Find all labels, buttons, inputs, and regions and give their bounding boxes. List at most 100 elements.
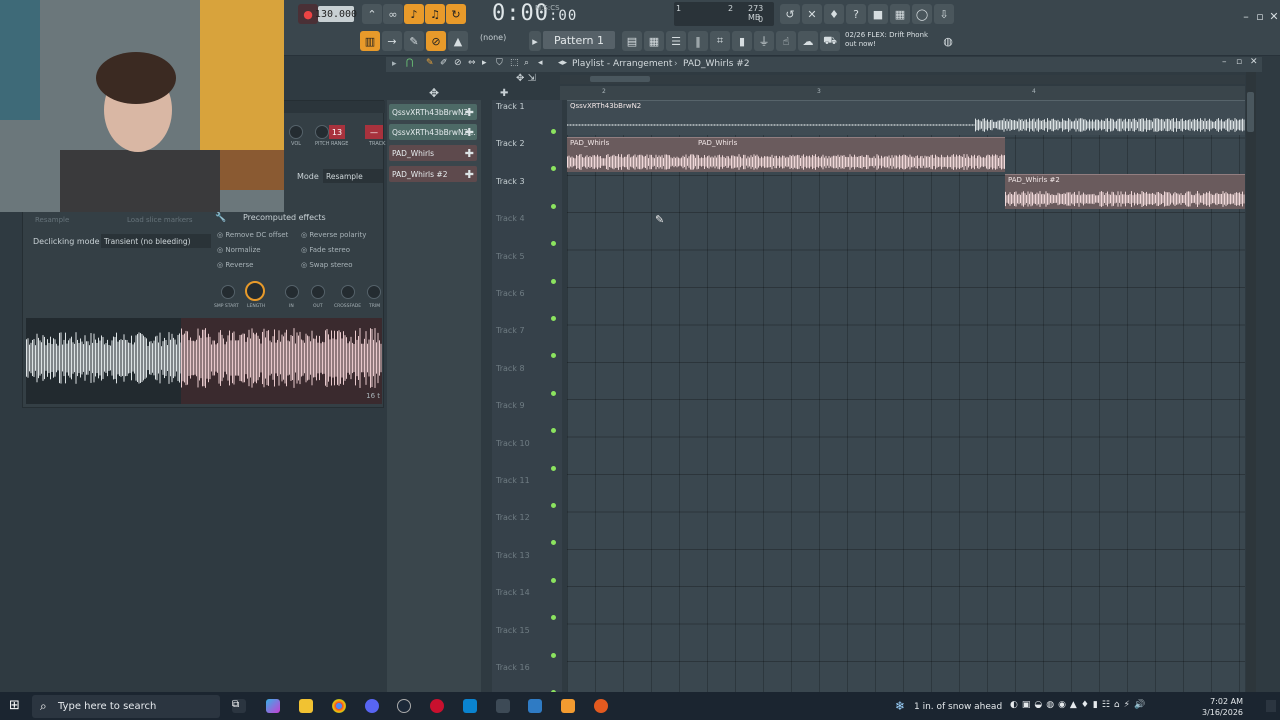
track-mute-led[interactable]	[551, 241, 556, 247]
pitch-range-value[interactable]: 13	[329, 125, 345, 139]
pencil-tool-icon[interactable]: ✎	[426, 58, 434, 68]
track-label[interactable]: Track 10	[496, 439, 530, 448]
resample-option[interactable]: Resample	[35, 216, 69, 224]
task-view-icon[interactable]: ⧉	[232, 699, 246, 713]
reverse-option[interactable]: ◎ Reverse	[217, 261, 253, 269]
download-icon[interactable]: ⇩	[934, 4, 954, 24]
track-mute-led[interactable]	[551, 615, 556, 621]
steam-icon[interactable]	[397, 699, 411, 713]
remove-dc-offset-option[interactable]: ◎ Remove DC offset	[217, 231, 288, 239]
track-label[interactable]: Track 8	[496, 364, 525, 373]
timeline-ruler[interactable]: 2 3 4	[560, 86, 1245, 100]
track-label[interactable]: Track 14	[496, 588, 530, 597]
out-knob[interactable]	[311, 285, 325, 299]
sample-waveform[interactable]: 16 t	[26, 318, 382, 404]
countdown-button[interactable]: ♪	[404, 4, 424, 24]
weather-widget[interactable]: 1 in. of snow ahead	[914, 702, 1002, 712]
save-icon[interactable]: ■	[868, 4, 888, 24]
pattern-selector-dropdown[interactable]: (none)	[480, 33, 506, 42]
playlist-snap-icons[interactable]: ✥ ⇲	[516, 73, 556, 85]
tempo-display[interactable]: 130.000	[315, 6, 357, 22]
load-slice-markers-option[interactable]: Load slice markers	[127, 216, 193, 224]
track-label[interactable]: Track 13	[496, 551, 530, 560]
track-mute-led[interactable]	[551, 465, 556, 471]
vertical-scroll-thumb[interactable]	[1247, 92, 1254, 132]
track-mute-led[interactable]	[551, 278, 556, 284]
stamp-icon[interactable]: ▲	[448, 31, 468, 51]
track-mute-led[interactable]	[551, 390, 556, 396]
fl-studio-icon[interactable]	[561, 699, 575, 713]
close-icon[interactable]: ✕	[1264, 6, 1280, 26]
mic-icon[interactable]: ♦	[824, 4, 844, 24]
track-label[interactable]: Track 4	[496, 214, 525, 223]
chrome-icon[interactable]	[332, 699, 346, 713]
track-mute-led[interactable]	[551, 203, 556, 209]
length-knob[interactable]	[245, 281, 265, 301]
globe-icon[interactable]: ◍	[938, 31, 958, 51]
snap-icon[interactable]: ▥	[360, 31, 380, 51]
plug-icon[interactable]: ⏚	[754, 31, 774, 51]
clip-pad-whirls-3[interactable]: PAD_Whirls #2	[1005, 174, 1245, 209]
zoom-tool-icon[interactable]: ⌕	[524, 58, 529, 68]
playlist-icon[interactable]: ▤	[622, 31, 642, 51]
playlist-minimize-icon[interactable]: –	[1222, 57, 1227, 67]
volume-knob[interactable]	[289, 125, 303, 139]
swap-stereo-option[interactable]: ◎ Swap stereo	[301, 261, 352, 269]
vertical-scrollbar[interactable]	[1246, 72, 1256, 692]
track-label[interactable]: Track 5	[496, 252, 525, 261]
select-tool-icon[interactable]: ⬚	[510, 58, 519, 68]
mode-dropdown[interactable]: Resample	[323, 169, 383, 183]
move-icon[interactable]: ✥	[429, 86, 439, 100]
channel-rack-icon[interactable]: ☰	[666, 31, 686, 51]
track-label[interactable]: Track 15	[496, 626, 530, 635]
track-label[interactable]: Track 7	[496, 326, 525, 335]
taskbar-clock[interactable]: 7:02 AM 3/16/2026	[1202, 696, 1243, 718]
track-label[interactable]: Track 11	[496, 476, 530, 485]
channel-item-pad-whirls-2[interactable]: PAD_Whirls #2 ✚	[389, 166, 477, 182]
track-mute-led[interactable]	[551, 166, 556, 172]
help-icon[interactable]: ?	[846, 4, 866, 24]
playlist-maximize-icon[interactable]: ▫	[1236, 57, 1242, 67]
track-label[interactable]: Track 2	[496, 139, 525, 148]
discord-icon[interactable]	[365, 699, 379, 713]
file-explorer-icon[interactable]	[299, 699, 313, 713]
app-icon-red[interactable]	[430, 699, 444, 713]
playlist-arrow-icon[interactable]: ▸	[392, 59, 397, 69]
reverse-polarity-option[interactable]: ◎ Reverse polarity	[301, 231, 366, 239]
track-label[interactable]: Track 16	[496, 663, 530, 672]
declicking-mode-dropdown[interactable]: Transient (no bleeding)	[101, 234, 211, 248]
piano-roll-icon[interactable]: ▦	[644, 31, 664, 51]
pitch-knob[interactable]	[315, 125, 329, 139]
copilot-icon[interactable]	[266, 699, 280, 713]
touch-icon[interactable]: ☝	[776, 31, 796, 51]
outlook-icon[interactable]	[528, 699, 542, 713]
step-edit-button[interactable]: ♫	[425, 4, 445, 24]
clip-qssv[interactable]: QssvXRTh43bBrwN2	[567, 100, 1245, 135]
pencil-icon[interactable]: ✎	[404, 31, 424, 51]
track-label[interactable]: Track 3	[496, 177, 525, 186]
cloud-icon[interactable]: ☁	[798, 31, 818, 51]
normalize-option[interactable]: ◎ Normalize	[217, 246, 261, 254]
track-label[interactable]: Track 6	[496, 289, 525, 298]
channel-item-pad-whirls[interactable]: PAD_Whirls ✚	[389, 145, 477, 161]
slip-tool-icon[interactable]: ▸	[482, 58, 487, 68]
mixer-icon[interactable]: ✕	[802, 4, 822, 24]
edge-icon[interactable]	[463, 699, 477, 713]
cart-icon[interactable]: ⛟	[820, 31, 840, 51]
playlist-close-icon[interactable]: ✕	[1250, 57, 1258, 67]
track-selector[interactable]: —	[365, 125, 383, 139]
pattern-selector[interactable]: Pattern 1	[543, 31, 615, 49]
clip-pad-whirls-2[interactable]: PAD_Whirls	[695, 137, 1005, 172]
metronome-button[interactable]: ⌃	[362, 4, 382, 24]
settings-icon[interactable]	[496, 699, 510, 713]
fl-alt-icon[interactable]	[594, 699, 608, 713]
mute-tool-icon[interactable]: ⇔	[468, 58, 476, 68]
slice-tool-icon[interactable]: ⛉	[496, 58, 503, 68]
channel-item-qssv-1[interactable]: QssvXRTh43bBrwN2 ✚	[389, 104, 477, 120]
taskbar-search-box[interactable]: Type here to search	[32, 695, 220, 718]
undo-icon[interactable]: ↺	[780, 4, 800, 24]
arrangement-arrows-icon[interactable]: ◂▸	[558, 58, 567, 68]
trim-knob[interactable]	[367, 285, 381, 299]
in-knob[interactable]	[285, 285, 299, 299]
plugin-icon[interactable]: ▦	[890, 4, 910, 24]
